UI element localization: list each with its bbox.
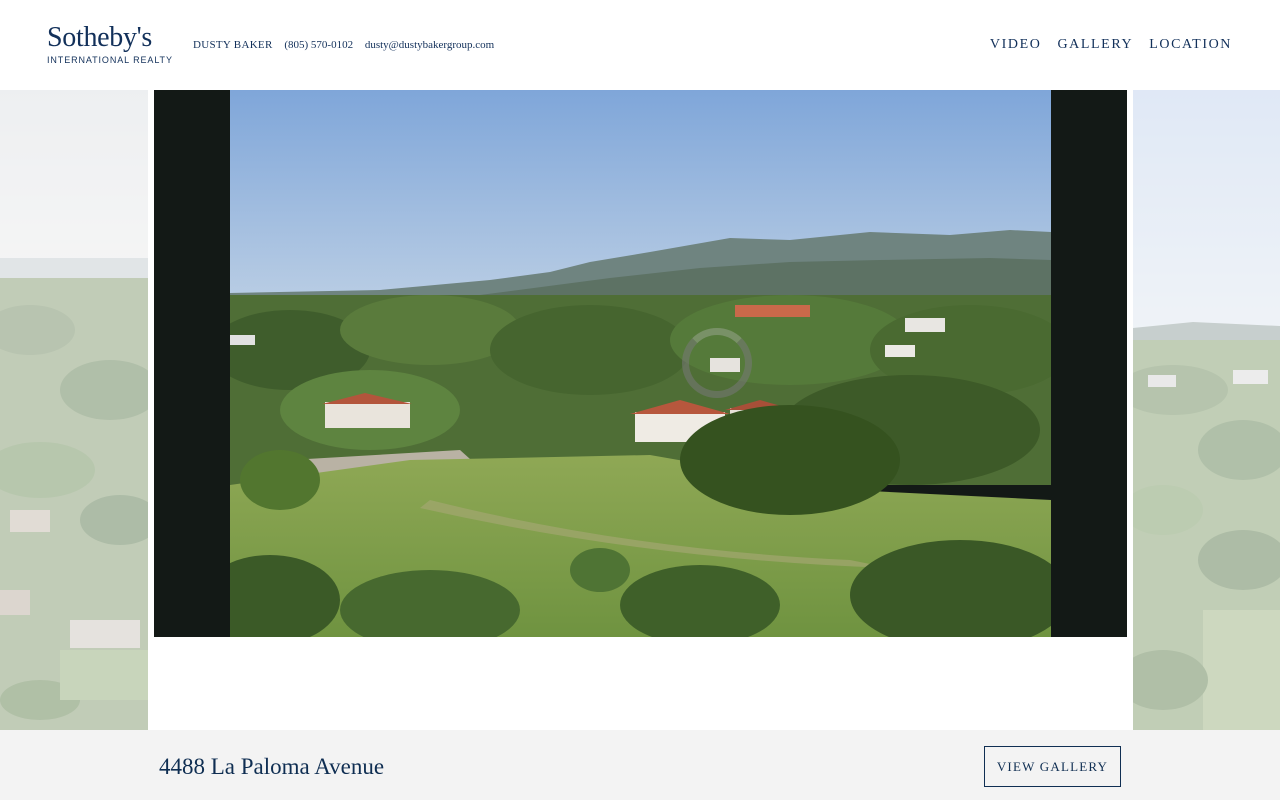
- loading-spinner-icon: [682, 328, 752, 398]
- previous-slide-image[interactable]: [0, 90, 148, 730]
- view-gallery-button[interactable]: VIEW GALLERY: [984, 746, 1121, 787]
- current-slide-frame: [154, 90, 1127, 637]
- slide-fade-overlay: [0, 90, 148, 730]
- agent-phone[interactable]: (805) 570-0102: [284, 38, 353, 52]
- agent-contact: DUSTY BAKER (805) 570-0102 dusty@dustyba…: [193, 38, 503, 52]
- nav-video[interactable]: VIDEO: [990, 37, 1042, 53]
- next-slide-image[interactable]: [1133, 90, 1280, 730]
- logo-subtitle: INTERNATIONAL REALTY: [47, 55, 173, 65]
- nav-location[interactable]: LOCATION: [1149, 37, 1232, 53]
- agent-name: DUSTY BAKER: [193, 39, 273, 51]
- listing-bar: 4488 La Paloma Avenue VIEW GALLERY: [0, 730, 1280, 800]
- property-address: 4488 La Paloma Avenue: [159, 754, 385, 779]
- nav-gallery[interactable]: GALLERY: [1057, 37, 1133, 53]
- sothebys-logo[interactable]: Sotheby's INTERNATIONAL REALTY: [47, 22, 173, 68]
- slide-fade-overlay: [1133, 90, 1280, 730]
- photo-slider[interactable]: [0, 90, 1280, 730]
- agent-email[interactable]: dusty@dustybakergroup.com: [365, 38, 494, 52]
- logo-wordmark: Sotheby's: [47, 22, 153, 53]
- top-nav: VIDEO GALLERY LOCATION: [990, 37, 1232, 53]
- site-header: Sotheby's INTERNATIONAL REALTY DUSTY BAK…: [0, 0, 1280, 90]
- property-aerial-photo[interactable]: [230, 90, 1051, 637]
